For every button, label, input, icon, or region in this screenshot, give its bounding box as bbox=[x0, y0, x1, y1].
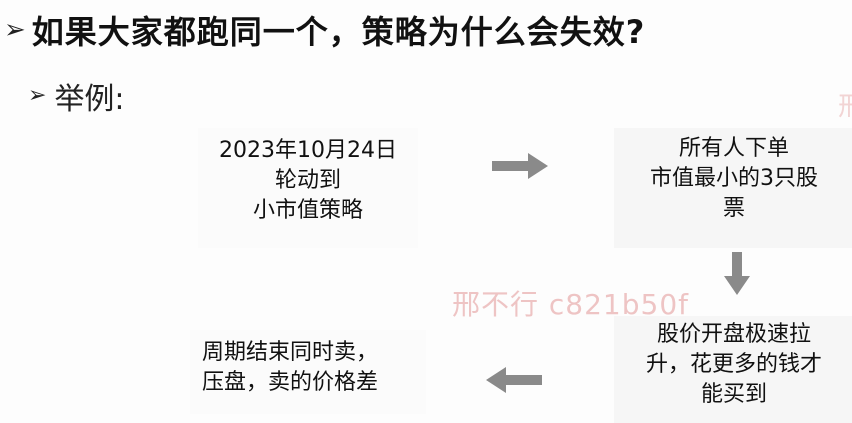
flow-step-1-line-3: 小市值策略 bbox=[252, 198, 363, 223]
subtitle-bullet-icon: ➢ bbox=[28, 83, 47, 108]
flow-step-2-line-2: 市值最小的3只股 bbox=[650, 166, 818, 191]
flow-step-4: 周期结束同时卖， 压盘，卖的价格差 bbox=[190, 330, 426, 414]
flow-step-4-line-2: 压盘，卖的价格差 bbox=[202, 370, 379, 395]
title-bullet-icon: ➢ bbox=[4, 15, 26, 45]
flow-step-1-line-2: 轮动到 bbox=[274, 168, 341, 193]
flow-step-2: 所有人下单 市值最小的3只股 票 bbox=[614, 128, 852, 248]
title-row: ➢ 如果大家都跑同一个，策略为什么会失效? bbox=[4, 7, 645, 53]
flow-step-4-line-1: 周期结束同时卖， bbox=[202, 340, 379, 365]
flow-step-1: 2023年10月24日 轮动到 小市值策略 bbox=[198, 128, 418, 248]
slide-subtitle: 举例: bbox=[54, 82, 125, 117]
flow-step-3-line-3: 能买到 bbox=[700, 382, 767, 407]
flow-step-3: 股价开盘极速拉 升，花更多的钱才 能买到 bbox=[614, 316, 852, 423]
arrow-left-icon bbox=[486, 367, 542, 393]
slide: ➢ 如果大家都跑同一个，策略为什么会失效? ➢ 举例: 邢 2023年10月24… bbox=[0, 0, 852, 423]
flow-step-1-line-1: 2023年10月24日 bbox=[219, 138, 397, 163]
flow-step-2-line-1: 所有人下单 bbox=[678, 136, 789, 161]
watermark-edge: 邢 bbox=[838, 92, 852, 122]
subtitle-row: ➢ 举例: bbox=[28, 74, 125, 118]
slide-title: 如果大家都跑同一个，策略为什么会失效? bbox=[31, 13, 646, 51]
flow-step-3-line-2: 升，花更多的钱才 bbox=[645, 352, 822, 377]
arrow-down-icon bbox=[724, 252, 750, 295]
arrow-right-icon bbox=[492, 153, 548, 179]
flow-step-3-line-1: 股价开盘极速拉 bbox=[656, 322, 811, 347]
flow-step-2-line-3: 票 bbox=[722, 196, 745, 221]
